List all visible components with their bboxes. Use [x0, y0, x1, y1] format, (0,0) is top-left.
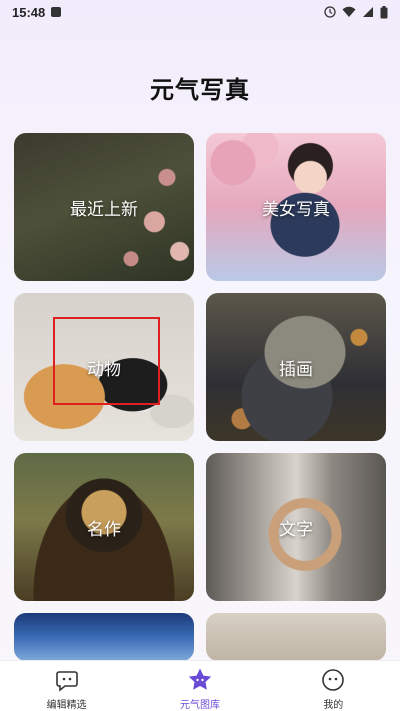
status-time: 15:48 [12, 4, 46, 20]
status-bar: 15:48 [0, 0, 400, 24]
tab-mine[interactable]: 我的 [273, 667, 393, 711]
category-label: 文字 [279, 519, 313, 540]
tab-label: 我的 [323, 700, 344, 711]
tab-label: 编辑精选 [46, 700, 87, 711]
category-label: 最近上新 [70, 199, 138, 220]
status-left: 15:48 [12, 4, 62, 20]
tab-editor-picks[interactable]: 编辑精选 [7, 667, 127, 711]
battery-icon [380, 5, 388, 18]
chat-bubble-face-icon [54, 667, 80, 693]
wifi-icon [342, 6, 356, 17]
notification-icon [51, 7, 62, 17]
category-label: 名作 [87, 519, 121, 540]
category-card-masterpiece[interactable]: 名作 [14, 453, 194, 601]
tab-label: 元气图库 [179, 700, 220, 711]
page-title: 元气写真 [150, 76, 250, 104]
signal-icon [363, 7, 373, 17]
category-card-animals[interactable]: 动物 [14, 293, 194, 441]
category-card-text[interactable]: 文字 [206, 453, 386, 601]
tab-gallery[interactable]: 元气图库 [140, 667, 260, 711]
category-label: 插画 [279, 359, 313, 380]
bottom-tab-bar: 编辑精选 元气图库 我的 [0, 660, 400, 711]
category-label: 美女写真 [262, 199, 330, 220]
clock-icon [324, 6, 336, 18]
category-card-illustration[interactable]: 插画 [206, 293, 386, 441]
category-card-latest[interactable]: 最近上新 [14, 133, 194, 281]
status-right [324, 5, 388, 19]
smiley-face-icon [320, 667, 346, 693]
category-card-architecture[interactable] [14, 613, 194, 661]
category-grid: 最近上新 美女写真 动物 插画 名作 文字 [14, 133, 386, 661]
category-label: 动物 [87, 359, 121, 380]
category-card-beauty[interactable]: 美女写真 [206, 133, 386, 281]
star-face-icon [187, 667, 213, 693]
category-card-book[interactable] [206, 613, 386, 661]
